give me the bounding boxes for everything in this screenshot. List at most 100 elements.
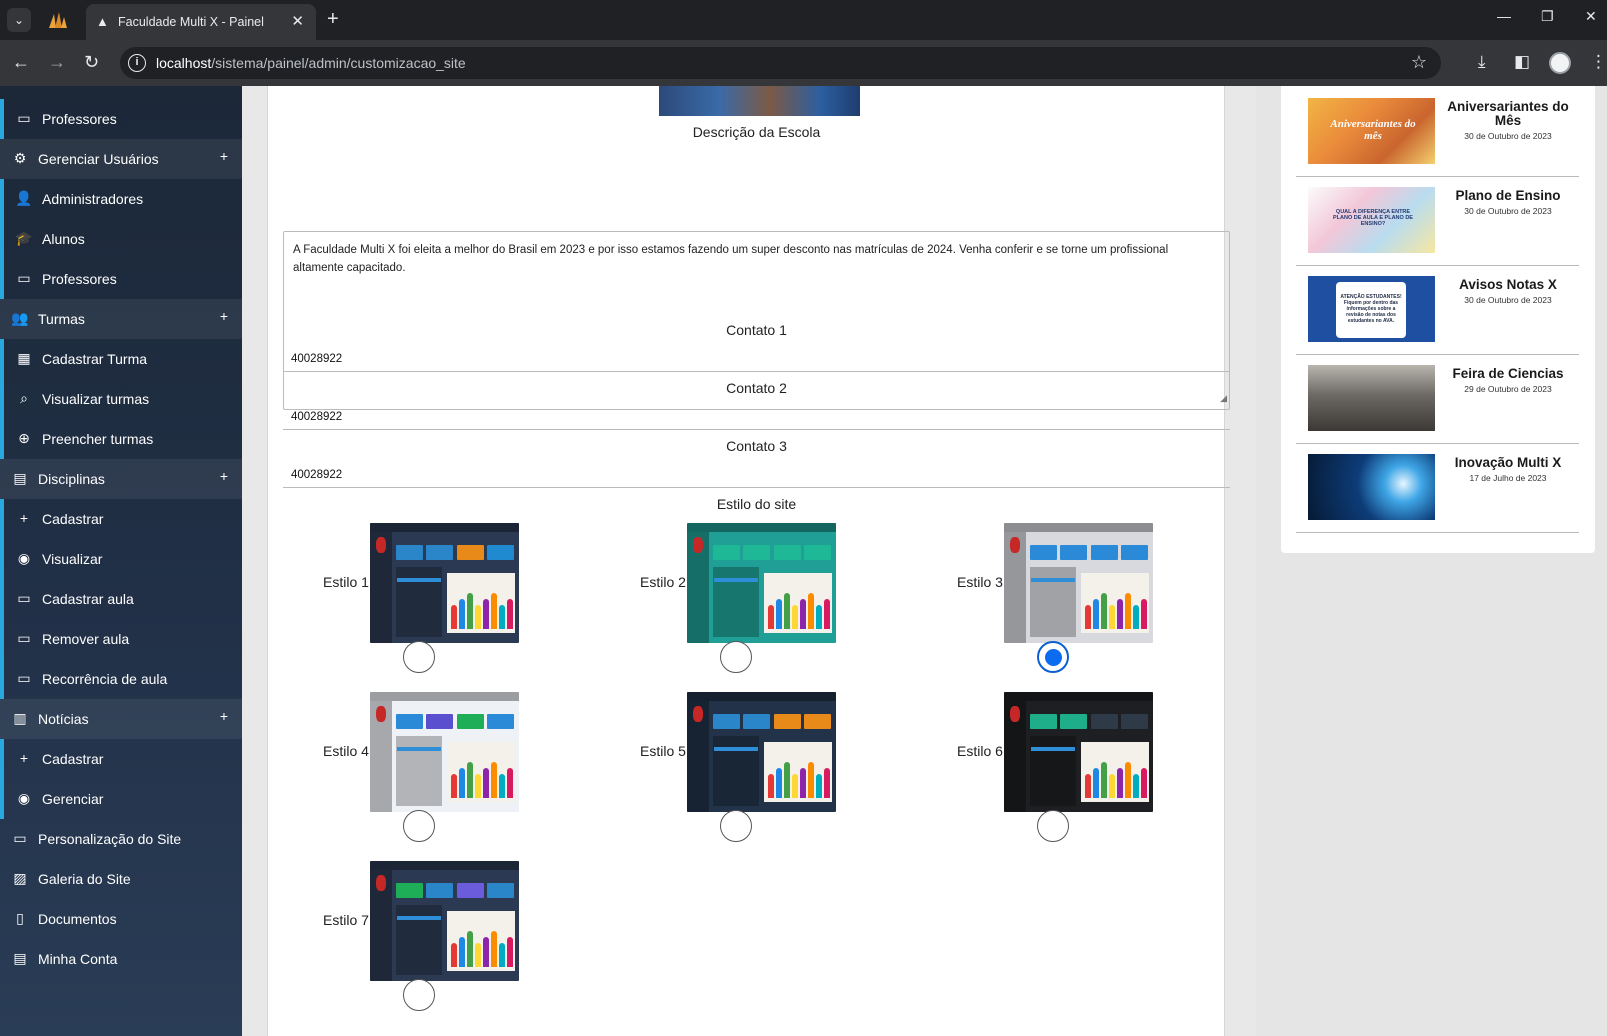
news-thumbnail[interactable]: Aniversariantes do mês xyxy=(1308,98,1435,164)
style-preview-image[interactable] xyxy=(687,692,836,812)
sidebar-item-11[interactable]: ◉ Visualizar xyxy=(0,539,242,579)
sidebar-item-16[interactable]: + Cadastrar xyxy=(0,739,242,779)
news-item[interactable]: Aniversariantes do mês Aniversariantes do… xyxy=(1296,86,1579,177)
sidebar-item-label: Recorrência de aula xyxy=(42,671,168,687)
menu-icon[interactable]: ⋮ xyxy=(1590,52,1607,72)
restore-icon[interactable]: ❐ xyxy=(1541,8,1554,25)
forward-icon[interactable]: → xyxy=(48,51,66,73)
sidebar-item-3[interactable]: 🎓 Alunos xyxy=(0,219,242,259)
news-image-caption: ATENÇÃO ESTUDANTES! Fiquem por dentro da… xyxy=(1336,282,1406,338)
style-radio-button[interactable] xyxy=(403,641,435,673)
new-tab-icon[interactable]: + xyxy=(327,8,339,30)
sidebar-item-5[interactable]: 👥 Turmas + xyxy=(0,299,242,339)
news-item[interactable]: ATENÇÃO ESTUDANTES! Fiquem por dentro da… xyxy=(1296,264,1579,355)
style-radio-button[interactable] xyxy=(1037,810,1069,842)
sidebar-item-8[interactable]: ⊕ Preencher turmas xyxy=(0,419,242,459)
sidebar-item-6[interactable]: ▦ Cadastrar Turma xyxy=(0,339,242,379)
sidebar-item-12[interactable]: ▭ Cadastrar aula xyxy=(0,579,242,619)
style-preview-image[interactable] xyxy=(370,523,519,643)
site-info-icon[interactable]: i xyxy=(128,54,146,72)
profile-avatar[interactable] xyxy=(1549,52,1571,74)
expand-plus-icon[interactable]: + xyxy=(220,708,228,724)
expand-plus-icon[interactable]: + xyxy=(220,308,228,324)
sidebar-item-2[interactable]: 👤 Administradores xyxy=(0,179,242,219)
news-item[interactable]: QUAL A DIFERENÇA ENTRE PLANO DE AULA E P… xyxy=(1296,175,1579,266)
sidebar-item-10[interactable]: + Cadastrar xyxy=(0,499,242,539)
contact3-input[interactable]: 40028922 xyxy=(283,460,1230,488)
sidebar-item-7[interactable]: ⌕ Visualizar turmas xyxy=(0,379,242,419)
sidebar-item-14[interactable]: ▭ Recorrência de aula xyxy=(0,659,242,699)
description-label: Descrição da Escola xyxy=(692,124,821,140)
sidebar-item-21[interactable]: ▤ Minha Conta xyxy=(0,939,242,979)
sidebar-item-label: Documentos xyxy=(38,911,117,927)
style-preview-image[interactable] xyxy=(687,523,836,643)
contact2-input[interactable]: 40028922 xyxy=(283,402,1230,430)
description-text: A Faculdade Multi X foi eleita a melhor … xyxy=(293,244,1169,274)
reload-icon[interactable]: ↻ xyxy=(84,51,99,73)
address-bar[interactable]: i localhost/sistema/painel/admin/customi… xyxy=(120,47,1441,79)
news-item[interactable]: Feira de Ciencias 29 de Outubro de 2023 xyxy=(1296,353,1579,444)
sidebar-item-19[interactable]: ▨ Galeria do Site xyxy=(0,859,242,899)
tab-close-icon[interactable]: ✕ xyxy=(291,12,304,30)
contact1-label: Contato 1 xyxy=(726,322,787,338)
back-icon[interactable]: ← xyxy=(12,51,30,73)
sidebar-item-1[interactable]: ⚙ Gerenciar Usuários + xyxy=(0,139,242,179)
sidebar-item-20[interactable]: ▯ Documentos xyxy=(0,899,242,939)
plus-icon: + xyxy=(19,510,29,526)
news-title[interactable]: Feira de Ciencias 29 de Outubro de 2023 xyxy=(1444,367,1572,396)
style-preview-image[interactable] xyxy=(1004,692,1153,812)
style-preview-image[interactable] xyxy=(370,692,519,812)
pinned-tab[interactable] xyxy=(47,10,69,30)
sidebar-item-13[interactable]: ▭ Remover aula xyxy=(0,619,242,659)
sidebar-item-label: Gerenciar xyxy=(42,791,104,807)
sidebar-item-label: Professores xyxy=(42,271,117,287)
user-plus-icon: ⊕ xyxy=(18,430,30,446)
news-panel: Aniversariantes do mês Aniversariantes do… xyxy=(1281,86,1595,553)
tab-search-icon[interactable]: ⌄ xyxy=(7,8,31,32)
news-title[interactable]: Inovação Multi X 17 de Julho de 2023 xyxy=(1444,456,1572,485)
news-title[interactable]: Aniversariantes do Mês 30 de Outubro de 2… xyxy=(1444,100,1572,143)
news-title-text: Aniversariantes do Mês xyxy=(1447,99,1569,128)
style-option-label: Estilo 5 xyxy=(640,743,686,759)
school-image-preview xyxy=(659,86,860,116)
news-thumbnail[interactable] xyxy=(1308,365,1435,431)
chalkboard-icon: ▭ xyxy=(17,270,31,286)
minimize-icon[interactable]: — xyxy=(1497,8,1511,24)
eye-icon: ◉ xyxy=(17,550,31,566)
sidebar-item-label: Minha Conta xyxy=(38,951,118,967)
active-tab[interactable]: ▲ Faculdade Multi X - Painel ✕ xyxy=(86,4,316,40)
sidebar-item-0[interactable]: ▭ Professores xyxy=(0,99,242,139)
news-title[interactable]: Avisos Notas X 30 de Outubro de 2023 xyxy=(1444,278,1572,307)
sidebar-item-18[interactable]: ▭ Personalização do Site xyxy=(0,819,242,859)
bookmark-star-icon[interactable]: ☆ xyxy=(1411,52,1427,73)
download-icon[interactable]: ⤓ xyxy=(1478,52,1486,72)
news-image-caption: Aniversariantes do mês xyxy=(1330,118,1416,142)
style-radio-button[interactable] xyxy=(403,810,435,842)
sidebar-item-9[interactable]: ▤ Disciplinas + xyxy=(0,459,242,499)
news-title[interactable]: Plano de Ensino 30 de Outubro de 2023 xyxy=(1444,189,1572,218)
close-window-icon[interactable]: ✕ xyxy=(1585,8,1597,25)
news-thumbnail[interactable]: QUAL A DIFERENÇA ENTRE PLANO DE AULA E P… xyxy=(1308,187,1435,253)
expand-plus-icon[interactable]: + xyxy=(220,468,228,484)
sidebar-item-15[interactable]: ▥ Notícias + xyxy=(0,699,242,739)
style-option-label: Estilo 6 xyxy=(957,743,1003,759)
tab-title: Faculdade Multi X - Painel xyxy=(118,15,264,29)
style-radio-button[interactable] xyxy=(1037,641,1069,673)
style-radio-button[interactable] xyxy=(720,810,752,842)
style-preview-image[interactable] xyxy=(370,861,519,981)
sidebar-item-label: Remover aula xyxy=(42,631,130,647)
sidebar-item-4[interactable]: ▭ Professores xyxy=(0,259,242,299)
style-radio-button[interactable] xyxy=(403,979,435,1011)
news-thumbnail[interactable] xyxy=(1308,454,1435,520)
news-thumbnail[interactable]: ATENÇÃO ESTUDANTES! Fiquem por dentro da… xyxy=(1308,276,1435,342)
sidebar-item-17[interactable]: ◉ Gerenciar xyxy=(0,779,242,819)
style-preview-image[interactable] xyxy=(1004,523,1153,643)
news-item[interactable]: Inovação Multi X 17 de Julho de 2023 xyxy=(1296,442,1579,533)
expand-plus-icon[interactable]: + xyxy=(220,148,228,164)
news-date: 30 de Outubro de 2023 xyxy=(1464,206,1552,216)
side-panel-icon[interactable]: ◧ xyxy=(1514,52,1530,72)
contact1-input[interactable]: 40028922 xyxy=(283,344,1230,372)
url-host: localhost xyxy=(156,55,212,71)
style-radio-button[interactable] xyxy=(720,641,752,673)
news-title-text: Inovação Multi X xyxy=(1454,455,1562,470)
